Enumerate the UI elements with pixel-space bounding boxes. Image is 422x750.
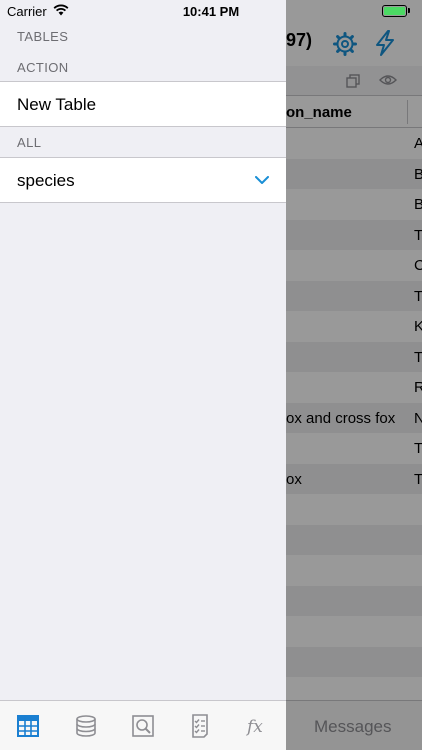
- new-table-cell[interactable]: New Table: [0, 81, 286, 127]
- chevron-down-icon[interactable]: [255, 176, 269, 185]
- all-section-header: ALL: [17, 135, 42, 150]
- new-table-label: New Table: [17, 95, 97, 114]
- action-section-header: ACTION: [17, 60, 69, 75]
- clock: 10:41 PM: [182, 4, 240, 19]
- tables-icon[interactable]: [16, 714, 40, 738]
- table-name-label: species: [17, 171, 75, 190]
- svg-text:fx: fx: [245, 717, 263, 737]
- status-bar: Carrier 10:41 PM: [0, 0, 422, 22]
- checklist-icon[interactable]: [188, 714, 212, 738]
- function-icon[interactable]: fx: [245, 714, 269, 738]
- drawer-title: TABLES: [17, 29, 69, 44]
- query-icon[interactable]: [131, 714, 155, 738]
- side-drawer: TABLES ACTION New Table ALL species fx: [0, 0, 286, 750]
- table-item-species[interactable]: species: [0, 157, 286, 203]
- database-icon[interactable]: [74, 714, 98, 738]
- battery-icon: [382, 5, 407, 17]
- drawer-tab-bar: fx: [0, 700, 286, 750]
- battery-tip: [408, 8, 410, 13]
